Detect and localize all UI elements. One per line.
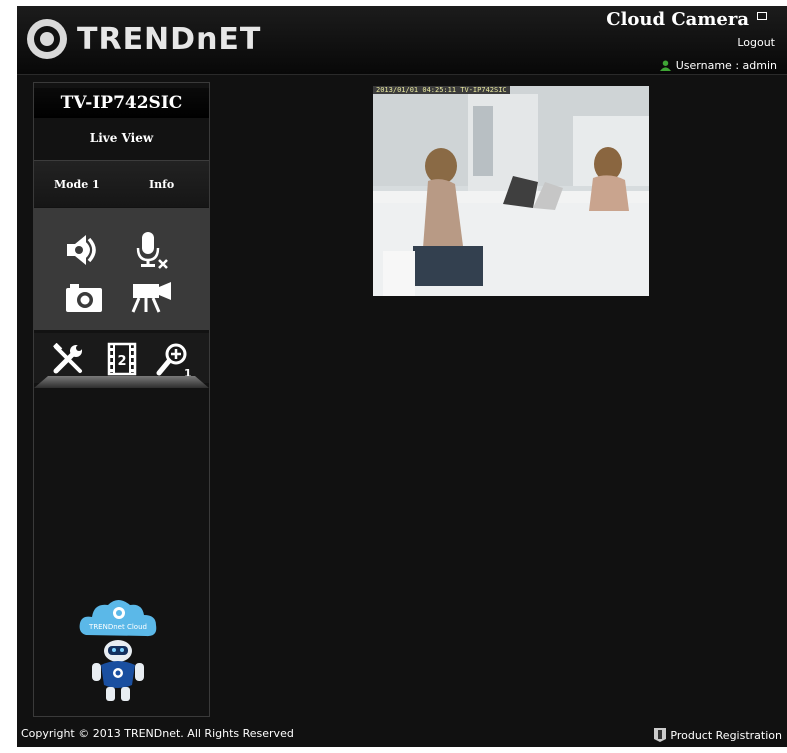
header: TRENDnET Cloud Camera Logout Username : … (17, 6, 787, 75)
window-icon (757, 11, 767, 20)
film-strip-icon[interactable]: 2 (107, 342, 137, 376)
sidebar: TV-IP742SIC Live View Mode 1 Info 2 1 TR… (33, 82, 210, 717)
video-frame-image (373, 86, 649, 296)
mascot-cloud-text: TRENDnet Cloud (88, 623, 147, 631)
mode-tabs: Mode 1 Info (34, 160, 209, 207)
logo-text: TRENDnET (77, 21, 262, 57)
tab-mode-1[interactable]: Mode 1 (54, 178, 100, 191)
user-info: Username : admin (659, 59, 777, 72)
live-view-link[interactable]: Live View (34, 131, 209, 145)
control-panel (34, 208, 209, 330)
logout-link[interactable]: Logout (737, 36, 775, 49)
film-strip-number: 2 (117, 354, 126, 369)
product-registration-link[interactable]: Product Registration (653, 727, 782, 743)
tab-info[interactable]: Info (149, 178, 174, 191)
microphone-muted-icon[interactable] (134, 230, 170, 270)
tool-bar: 2 1 (34, 333, 209, 383)
zoom-in-icon[interactable]: 1 (156, 341, 192, 379)
live-video-feed[interactable]: 2013/01/01 04:25:11 TV-IP742SIC (373, 86, 649, 296)
video-record-icon[interactable] (129, 280, 173, 314)
trendnet-logo: TRENDnET (27, 14, 261, 64)
copyright-text: Copyright © 2013 TRENDnet. All Rights Re… (21, 727, 294, 740)
settings-tools-icon[interactable] (52, 343, 84, 375)
user-icon (659, 60, 671, 71)
model-name: TV-IP742SIC (34, 88, 209, 118)
page-title-text: Cloud Camera (606, 9, 749, 30)
trendnet-logo-icon (27, 19, 67, 59)
product-registration-label: Product Registration (670, 728, 782, 742)
page-title: Cloud Camera (606, 9, 767, 30)
product-registration-icon (654, 728, 667, 742)
username-text: Username : admin (675, 59, 777, 72)
snapshot-camera-icon[interactable] (64, 282, 104, 314)
tool-tray (34, 376, 209, 388)
trendnet-cloud-mascot: TRENDnet Cloud (79, 600, 157, 701)
speaker-icon[interactable] (64, 233, 102, 267)
video-timestamp-overlay: 2013/01/01 04:25:11 TV-IP742SIC (373, 86, 510, 94)
